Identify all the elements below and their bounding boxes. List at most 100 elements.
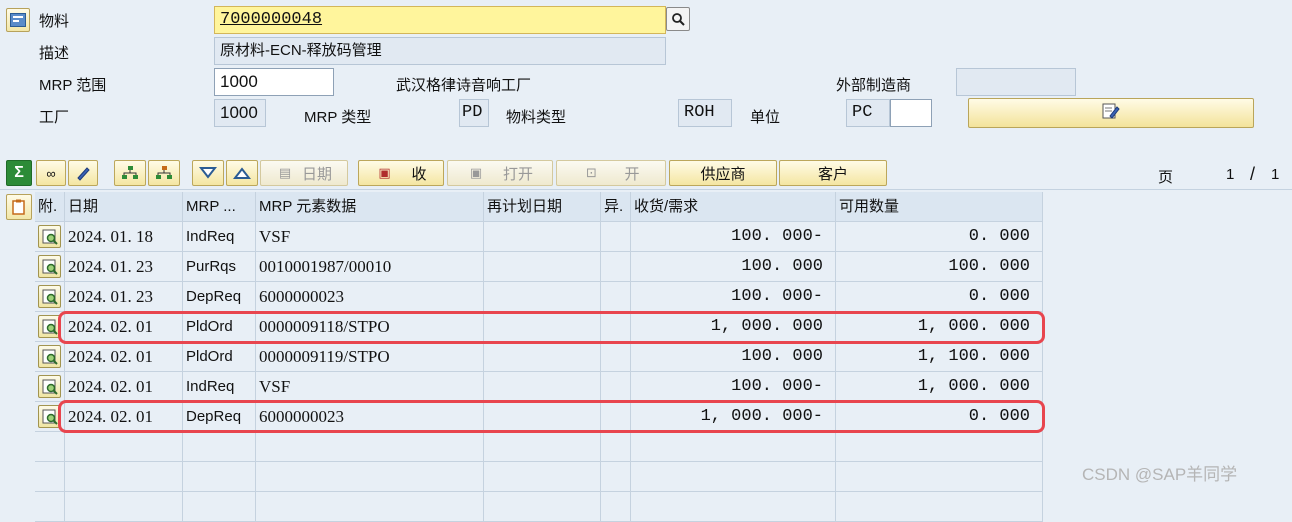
details-icon[interactable] (38, 345, 61, 368)
cell-qty[interactable] (631, 492, 836, 522)
customer-button[interactable]: 客户 (779, 160, 887, 186)
cell-resched[interactable] (484, 462, 601, 492)
pencil-button[interactable] (68, 160, 98, 186)
header-toggle-icon[interactable] (6, 8, 30, 32)
open-2-button[interactable]: ⊡ 开 (556, 160, 666, 186)
table-row[interactable]: 2024. 01. 18 IndReq VSF 100. 000- 0. 000 (35, 222, 1043, 252)
date-button[interactable]: ▤ 日期 (260, 160, 348, 186)
cell-avail[interactable]: 100. 000 (836, 252, 1043, 282)
details-icon[interactable] (38, 375, 61, 398)
column-header-receipt-requirement[interactable]: 收货/需求 (631, 192, 836, 222)
cell-avail[interactable] (836, 462, 1043, 492)
cell-avail[interactable]: 0. 000 (836, 222, 1043, 252)
mrp-area-input[interactable]: 1000 (214, 68, 334, 96)
cell-data[interactable]: 6000000023 (256, 282, 484, 312)
cell-data[interactable]: VSF (256, 372, 484, 402)
row-detail-cell[interactable] (35, 222, 65, 252)
cell-avail[interactable]: 1, 100. 000 (836, 342, 1043, 372)
cell-exc[interactable] (601, 462, 631, 492)
expand-tree-button[interactable] (114, 160, 146, 186)
cell-exc[interactable] (601, 342, 631, 372)
cell-date[interactable] (65, 462, 183, 492)
cell-resched[interactable] (484, 492, 601, 522)
column-header-date[interactable]: 日期 (65, 192, 183, 222)
cell-type[interactable]: PurRqs (183, 252, 256, 282)
cell-exc[interactable] (601, 282, 631, 312)
search-icon[interactable] (666, 7, 690, 31)
cell-avail[interactable]: 0. 000 (836, 282, 1043, 312)
cell-date[interactable] (65, 432, 183, 462)
material-input[interactable]: 7000000048 (214, 6, 666, 34)
cell-qty[interactable]: 100. 000 (631, 342, 836, 372)
table-row[interactable]: 2024. 01. 23 PurRqs 0010001987/00010 100. 0… (35, 252, 1043, 282)
details-icon[interactable] (38, 225, 61, 248)
receive-button[interactable]: ▣ 收 (358, 160, 444, 186)
cell-date[interactable]: 2024. 02. 01 (65, 372, 183, 402)
cell-type[interactable]: DepReq (183, 282, 256, 312)
table-row[interactable] (35, 462, 1043, 492)
table-row[interactable]: 2024. 02. 01 IndReq VSF 100. 000- 1, 000. 00… (35, 372, 1043, 402)
sort-up-button[interactable] (226, 160, 258, 186)
cell-exc[interactable] (601, 252, 631, 282)
cell-data[interactable] (256, 432, 484, 462)
cell-qty[interactable]: 100. 000 (631, 252, 836, 282)
column-header-mrp-element[interactable]: MRP ... (183, 192, 256, 222)
cell-qty[interactable] (631, 432, 836, 462)
table-row[interactable] (35, 492, 1043, 522)
cell-data[interactable]: VSF (256, 222, 484, 252)
table-row[interactable]: 2024. 01. 23 DepReq 6000000023 100. 000- 0. … (35, 282, 1043, 312)
cell-type[interactable]: IndReq (183, 222, 256, 252)
cell-date[interactable]: 2024. 01. 18 (65, 222, 183, 252)
table-row[interactable] (35, 432, 1043, 462)
table-row[interactable]: 2024. 02. 01 PldOrd 0000009119/STPO 100. 00… (35, 342, 1043, 372)
cell-exc[interactable] (601, 222, 631, 252)
sort-down-button[interactable] (192, 160, 224, 186)
cell-type[interactable]: IndReq (183, 372, 256, 402)
edit-button[interactable] (968, 98, 1254, 128)
cell-data[interactable] (256, 492, 484, 522)
cell-qty[interactable]: 100. 000- (631, 282, 836, 312)
cell-type[interactable] (183, 492, 256, 522)
clipboard-icon[interactable] (6, 194, 32, 220)
details-icon[interactable] (38, 255, 61, 278)
column-header-exception[interactable]: 异. (601, 192, 631, 222)
glasses-button[interactable]: ∞ (36, 160, 66, 186)
open-button[interactable]: ▣ 打开 (447, 160, 553, 186)
cell-qty[interactable]: 100. 000- (631, 222, 836, 252)
row-detail-cell[interactable] (35, 252, 65, 282)
cell-date[interactable]: 2024. 01. 23 (65, 252, 183, 282)
collapse-tree-button[interactable] (148, 160, 180, 186)
cell-data[interactable] (256, 462, 484, 492)
cell-resched[interactable] (484, 432, 601, 462)
cell-avail[interactable]: 1, 000. 000 (836, 372, 1043, 402)
cell-avail[interactable] (836, 492, 1043, 522)
column-header-reschedule-date[interactable]: 再计划日期 (484, 192, 601, 222)
cell-type[interactable]: PldOrd (183, 342, 256, 372)
cell-avail[interactable] (836, 432, 1043, 462)
cell-resched[interactable] (484, 222, 601, 252)
row-detail-cell[interactable] (35, 282, 65, 312)
cell-resched[interactable] (484, 282, 601, 312)
column-header-mrp-element-data[interactable]: MRP 元素数据 (256, 192, 484, 222)
vendor-button[interactable]: 供应商 (669, 160, 777, 186)
row-detail-cell[interactable] (35, 432, 65, 462)
column-header-available-qty[interactable]: 可用数量 (836, 192, 1043, 222)
row-detail-cell[interactable] (35, 372, 65, 402)
cell-date[interactable]: 2024. 01. 23 (65, 282, 183, 312)
cell-qty[interactable] (631, 462, 836, 492)
cell-resched[interactable] (484, 342, 601, 372)
sum-button[interactable]: Σ (6, 160, 32, 186)
cell-date[interactable] (65, 492, 183, 522)
cell-qty[interactable]: 100. 000- (631, 372, 836, 402)
page-current[interactable]: 1 (1226, 166, 1234, 183)
row-detail-cell[interactable] (35, 342, 65, 372)
details-icon[interactable] (38, 285, 61, 308)
cell-data[interactable]: 0000009119/STPO (256, 342, 484, 372)
row-detail-cell[interactable] (35, 492, 65, 522)
cell-exc[interactable] (601, 492, 631, 522)
cell-type[interactable] (183, 462, 256, 492)
cell-resched[interactable] (484, 252, 601, 282)
cell-exc[interactable] (601, 432, 631, 462)
cell-type[interactable] (183, 432, 256, 462)
cell-data[interactable]: 0010001987/00010 (256, 252, 484, 282)
